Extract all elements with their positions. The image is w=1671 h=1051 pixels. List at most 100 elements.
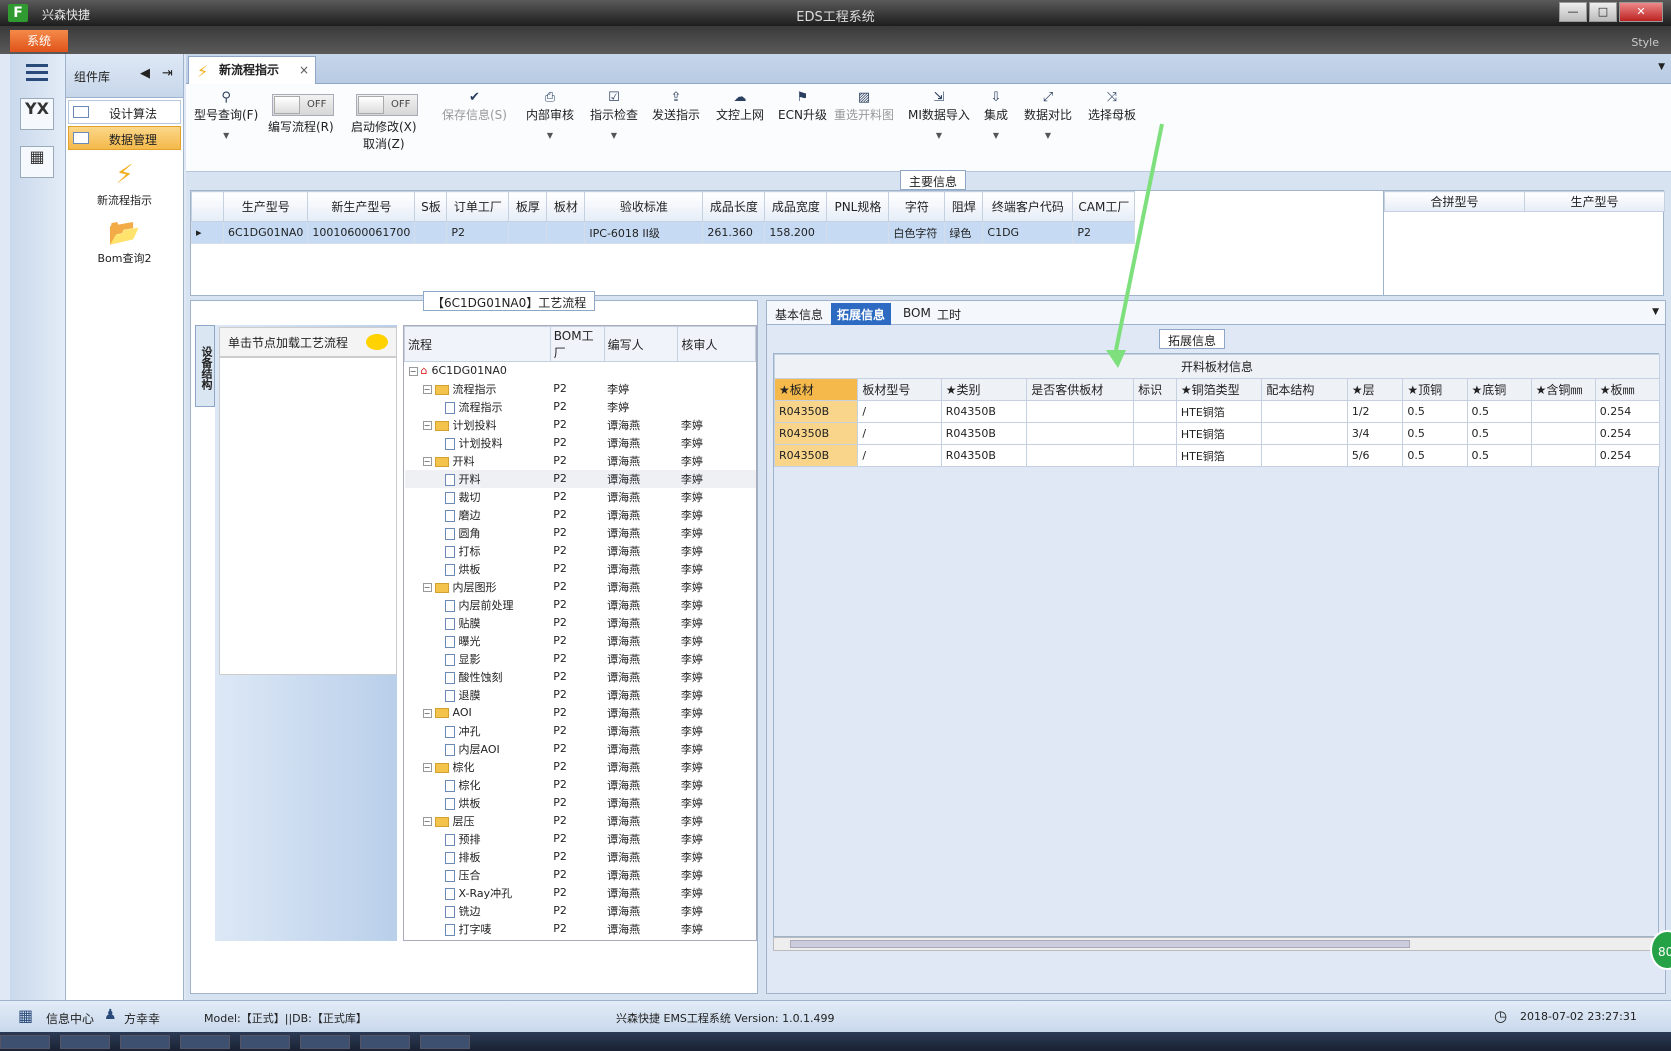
column-header[interactable]: 生产型号 [1524, 191, 1665, 212]
collapse-icon[interactable]: − [408, 366, 418, 376]
instruction-check-button[interactable]: ☑ 指示检查 ▼ [590, 90, 638, 140]
collapse-left-icon[interactable]: ◀ [140, 66, 150, 81]
start-modify-toggle[interactable]: OFF [356, 94, 418, 116]
tab-equipment-structure[interactable]: 设备结构 [195, 325, 215, 407]
tree-row[interactable]: 内层前处理 P2 谭海燕 李婷 [405, 596, 756, 614]
chevron-down-icon[interactable]: ▼ [908, 131, 970, 140]
taskbar-item[interactable] [180, 1035, 230, 1049]
column-header[interactable]: 流程 [404, 326, 551, 362]
taskbar-item[interactable] [300, 1035, 350, 1049]
column-header[interactable]: 编写人 [603, 326, 679, 362]
tree-row[interactable]: − 开料 P2 谭海燕 李婷 [405, 452, 756, 470]
yx-icon[interactable]: YX [20, 98, 54, 130]
tree-row[interactable]: 压合 P2 谭海燕 李婷 [405, 866, 756, 884]
column-header[interactable]: 板材型号 [857, 378, 942, 401]
tree-row[interactable]: 计划投料 P2 谭海燕 李婷 [405, 434, 756, 452]
taskbar-item[interactable] [60, 1035, 110, 1049]
column-header[interactable]: 成品长度 [702, 191, 766, 222]
chevron-down-icon[interactable]: ▼ [1024, 131, 1072, 140]
tree-row[interactable]: 流程指示 P2 李婷 [405, 398, 756, 416]
tree-row[interactable]: 打字唛 P2 谭海燕 李婷 [405, 920, 756, 938]
tree-row[interactable]: 裁切 P2 谭海燕 李婷 [405, 488, 756, 506]
mi-data-import-button[interactable]: ⇲ MI数据导入 ▼ [908, 90, 970, 140]
ecn-upgrade-button[interactable]: ⚑ ECN升级 [778, 90, 827, 123]
tree-row[interactable]: − ⌂ 6C1DG01NA0 [405, 362, 756, 380]
collapse-icon[interactable]: − [422, 763, 432, 772]
chevron-down-icon[interactable]: ▼ [590, 131, 638, 140]
taskbar-item[interactable] [0, 1035, 50, 1049]
column-header[interactable]: 板厚 [508, 191, 548, 222]
column-header[interactable]: ★板材 [773, 378, 859, 401]
column-header[interactable]: ★铜箔类型 [1175, 378, 1263, 401]
menu-icon[interactable] [26, 64, 48, 82]
column-header[interactable]: ★底铜 [1466, 378, 1532, 401]
column-header[interactable]: ★含铜㎜ [1530, 378, 1596, 401]
calculator-icon[interactable]: ▦ [20, 146, 54, 178]
column-header[interactable]: 新生产型号 [307, 191, 416, 222]
tree-row[interactable]: − 流程指示 P2 李婷 [405, 380, 756, 398]
close-button[interactable]: ✕ [1619, 2, 1663, 22]
column-header[interactable]: 生产型号 [222, 191, 309, 222]
tree-row[interactable]: − 棕化 P2 谭海燕 李婷 [405, 758, 756, 776]
tree-row[interactable]: 酸性蚀刻 P2 谭海燕 李婷 [405, 668, 756, 686]
doc-control-online-button[interactable]: ☁ 文控上网 [716, 90, 764, 123]
column-header[interactable]: S板 [414, 191, 448, 222]
integrate-button[interactable]: ⇩ 集成 ▼ [984, 90, 1008, 140]
chevron-down-icon[interactable]: ▼ [194, 131, 258, 140]
tab-new-process-instruction[interactable]: ⚡ 新流程指示 × [188, 56, 316, 84]
column-header[interactable]: 终端客户代码 [982, 191, 1074, 222]
pin-icon[interactable]: ⇥ [162, 66, 173, 81]
column-header[interactable]: 验收标准 [584, 191, 704, 222]
chevron-down-icon[interactable]: ▼ [984, 131, 1008, 140]
internal-review-button[interactable]: ⎙ 内部审核 ▼ [526, 90, 574, 140]
tree-row[interactable]: 铣边 P2 谭海燕 李婷 [405, 902, 756, 920]
reselect-cutting-map-button[interactable]: ▨ 重选开料图 [834, 90, 894, 123]
column-header[interactable]: ★顶铜 [1402, 378, 1468, 401]
send-instruction-button[interactable]: ⇪ 发送指示 [652, 90, 700, 123]
tree-row[interactable]: 冲孔 P2 谭海燕 李婷 [405, 722, 756, 740]
tree-row[interactable]: 贴膜 P2 谭海燕 李婷 [405, 614, 756, 632]
minimize-button[interactable]: — [1559, 2, 1587, 22]
tree-row[interactable]: − 内层图形 P2 谭海燕 李婷 [405, 578, 756, 596]
info-center-link[interactable]: 信息中心 [46, 1010, 94, 1027]
new-process-instruction-item[interactable]: ⚡ 新流程指示 [66, 158, 183, 208]
column-header[interactable]: 板材 [546, 191, 586, 222]
taskbar-item[interactable] [360, 1035, 410, 1049]
horizontal-scrollbar[interactable] [773, 937, 1659, 951]
column-header[interactable]: PNL规格 [826, 191, 890, 222]
tree-row[interactable]: − 计划投料 P2 谭海燕 李婷 [405, 416, 756, 434]
collapse-icon[interactable]: − [422, 421, 432, 430]
column-header[interactable]: ★层 [1346, 378, 1404, 401]
tree-row[interactable]: 显影 P2 谭海燕 李婷 [405, 650, 756, 668]
taskbar-item[interactable] [420, 1035, 470, 1049]
style-menu[interactable]: Style [1631, 36, 1659, 49]
taskbar-item[interactable] [120, 1035, 170, 1049]
tree-row[interactable]: 磨边 P2 谭海燕 李婷 [405, 506, 756, 524]
tree-row[interactable]: 烘板 P2 谭海燕 李婷 [405, 560, 756, 578]
table-row[interactable]: R04350B / R04350B HTE铜箔 3/4 0.5 0.5 0.254 [773, 422, 1661, 445]
column-header[interactable]: 订单工厂 [446, 191, 510, 222]
write-process-toggle[interactable]: OFF [272, 94, 334, 116]
column-header[interactable]: 标识 [1133, 378, 1177, 401]
collapse-icon[interactable]: − [422, 583, 432, 592]
chevron-down-icon[interactable]: ▼ [526, 131, 574, 140]
tab-extended-info[interactable]: 拓展信息 [831, 303, 892, 325]
tree-row[interactable]: 退膜 P2 谭海燕 李婷 [405, 686, 756, 704]
column-header[interactable]: 配本结构 [1261, 378, 1348, 401]
column-header[interactable]: 核审人 [677, 326, 756, 362]
tree-row[interactable]: 棕化 P2 谭海燕 李婷 [405, 776, 756, 794]
collapse-icon[interactable]: − [422, 385, 432, 394]
collapse-icon[interactable]: − [422, 708, 432, 718]
tab-dropdown-icon[interactable]: ▼ [1652, 307, 1659, 317]
table-row[interactable]: R04350B / R04350B HTE铜箔 1/2 0.5 0.5 0.254 [773, 400, 1661, 423]
save-info-button[interactable]: ✔ 保存信息(S) [442, 90, 507, 123]
tree-row[interactable]: 烘板 P2 谭海燕 李婷 [405, 794, 756, 812]
tab-basic-info[interactable]: 基本信息 [769, 303, 829, 325]
tree-row[interactable]: 预排 P2 谭海燕 李婷 [405, 830, 756, 848]
column-header[interactable]: 是否客供板材 [1026, 378, 1135, 401]
column-header[interactable]: 字符 [888, 191, 946, 222]
comp-item-data-management[interactable]: 数据管理 [68, 126, 181, 150]
tree-row[interactable]: 曝光 P2 谭海燕 李婷 [405, 632, 756, 650]
tree-row[interactable]: 圆角 P2 谭海燕 李婷 [405, 524, 756, 542]
tab-work-hours[interactable]: 工时 [931, 303, 967, 325]
